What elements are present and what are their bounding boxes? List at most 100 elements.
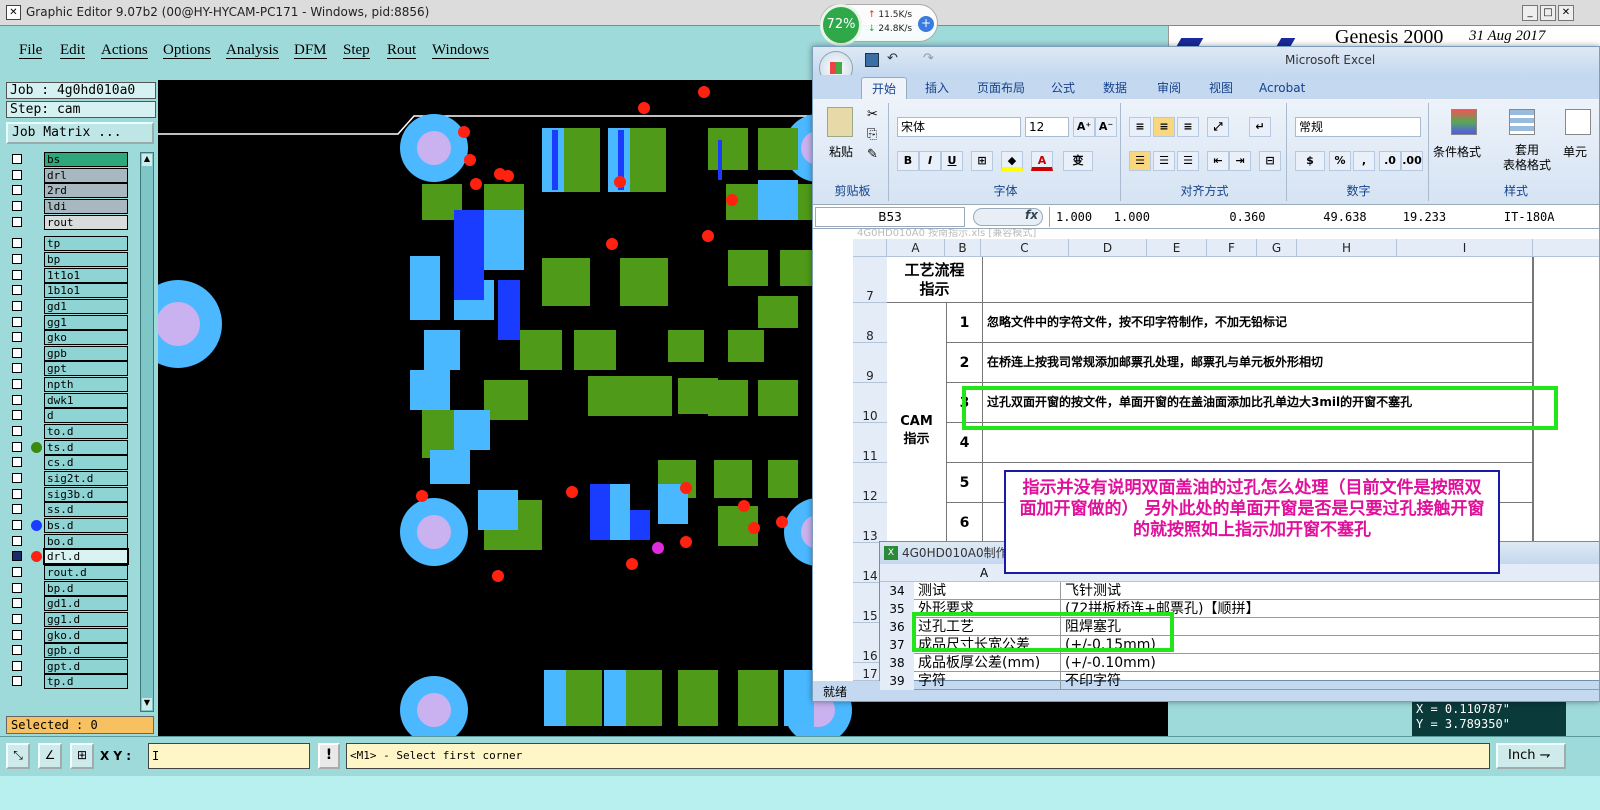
layer-checkbox[interactable] [12, 645, 22, 656]
layer-checkbox[interactable] [12, 676, 22, 687]
layer-name[interactable]: dwk1 [44, 392, 128, 408]
inner-cell-a[interactable]: 测试 [918, 582, 1058, 600]
table-format-icon[interactable] [1509, 109, 1535, 135]
paste-icon[interactable] [827, 107, 853, 137]
unit-selector[interactable]: Inch ⇁ [1496, 743, 1566, 769]
layer-checkbox[interactable] [12, 613, 22, 624]
column-header[interactable]: H [1297, 239, 1397, 257]
copy-icon[interactable]: ⎘ [867, 127, 877, 142]
row-header[interactable]: 10 [853, 383, 887, 423]
layer-name[interactable]: bo.d [44, 533, 128, 549]
layer-row[interactable]: npth [10, 377, 128, 393]
close-button[interactable]: ✕ [1558, 5, 1574, 21]
phonetic-button[interactable]: 变 [1063, 151, 1093, 171]
layer-row[interactable]: gpb [10, 345, 128, 361]
layer-row[interactable]: gko.d [10, 627, 128, 643]
layer-checkbox[interactable] [12, 426, 22, 437]
layer-name[interactable]: drl.d [43, 548, 129, 566]
tab-data[interactable]: 数据 [1093, 77, 1137, 99]
layer-checkbox[interactable] [12, 598, 22, 609]
undo-icon[interactable]: ↶ [887, 51, 898, 66]
section-cam[interactable]: CAM 指示 [887, 303, 947, 543]
comma-icon[interactable]: , [1353, 151, 1375, 171]
minimize-button[interactable]: _ [1522, 5, 1538, 21]
item-number[interactable]: 6 [947, 503, 983, 543]
layer-name[interactable]: 1b1o1 [44, 283, 128, 299]
column-header[interactable] [1533, 239, 1599, 257]
xy-input[interactable]: I [148, 743, 310, 769]
layer-row[interactable]: dwk1 [10, 392, 128, 408]
layer-checkbox[interactable] [12, 519, 22, 530]
underline-button[interactable]: U [941, 151, 963, 171]
orientation-icon[interactable]: ⤢ [1207, 117, 1229, 137]
font-shrink-button[interactable]: A⁻ [1095, 117, 1117, 137]
layer-checkbox[interactable] [12, 582, 22, 593]
layer-checkbox[interactable] [12, 185, 22, 196]
grid-snap-icon[interactable]: ⊞ [70, 743, 94, 769]
layer-name[interactable]: to.d [44, 424, 128, 440]
layer-row[interactable]: tp [10, 236, 128, 252]
layer-row[interactable]: gd1 [10, 298, 128, 314]
inner-row[interactable]: 39 字符 不印字符 [880, 672, 1599, 690]
inner-cell-b[interactable]: 不印字符 [1060, 672, 1599, 690]
layer-row[interactable]: ldi [10, 198, 128, 214]
tab-acrobat[interactable]: Acrobat [1249, 77, 1315, 99]
row-header[interactable]: 11 [853, 423, 887, 463]
layer-name[interactable]: gd1.d [44, 596, 128, 612]
layer-name[interactable]: bp.d [44, 580, 128, 596]
layer-checkbox[interactable] [12, 504, 22, 515]
decrease-indent-icon[interactable]: ⇤ [1207, 151, 1229, 171]
layer-name[interactable]: bp [44, 251, 128, 267]
font-name-select[interactable]: 宋体 [897, 117, 1021, 137]
row-header[interactable]: 12 [853, 463, 887, 503]
layer-checkbox[interactable] [12, 285, 22, 296]
layer-row[interactable]: bp.d [10, 580, 128, 596]
layer-row[interactable]: 1t1o1 [10, 267, 128, 283]
layer-row[interactable]: 1b1o1 [10, 283, 128, 299]
layer-name[interactable]: tp [44, 236, 128, 252]
align-top-icon[interactable]: ≡ [1129, 117, 1151, 137]
layer-checkbox[interactable] [12, 169, 22, 180]
layer-name[interactable]: gko.d [44, 627, 128, 643]
border-icon[interactable]: ⊞ [971, 151, 993, 171]
menu-file[interactable]: File [19, 42, 43, 59]
tab-insert[interactable]: 插入 [915, 77, 959, 99]
layer-row[interactable]: gpt [10, 361, 128, 377]
layer-checkbox[interactable] [12, 629, 22, 640]
table-cell[interactable] [983, 257, 1533, 303]
layer-name[interactable]: d [44, 408, 128, 424]
layer-row[interactable]: 2rd [10, 183, 128, 199]
layer-row[interactable]: bs.d [10, 517, 128, 533]
row-header[interactable]: 13 [853, 503, 887, 543]
menu-edit[interactable]: Edit [60, 42, 85, 59]
redo-icon[interactable]: ↷ [923, 51, 934, 66]
inner-column-a[interactable]: A [980, 564, 988, 582]
inner-row[interactable]: 38 成品板厚公差(mm) (+/-0.10mm) [880, 654, 1599, 672]
wrap-text-icon[interactable]: ↵ [1249, 117, 1271, 137]
layer-name[interactable]: gpt [44, 361, 128, 377]
layer-name[interactable]: gd1 [44, 298, 128, 314]
cut-icon[interactable]: ✂ [867, 107, 878, 122]
cell-style-label[interactable]: 单元 [1563, 143, 1587, 160]
zoom-area-icon[interactable]: ⤡ [6, 743, 30, 769]
row-header[interactable]: 9 [853, 343, 887, 383]
layer-row[interactable]: gg1 [10, 314, 128, 330]
menu-rout[interactable]: Rout [387, 42, 417, 59]
align-middle-icon[interactable]: ≡ [1153, 117, 1175, 137]
tab-view[interactable]: 视图 [1199, 77, 1243, 99]
layer-checkbox[interactable] [12, 200, 22, 211]
save-icon[interactable] [865, 53, 879, 67]
align-right-icon[interactable]: ☰ [1177, 151, 1199, 171]
plus-icon[interactable]: + [918, 16, 934, 32]
layer-name[interactable]: ss.d [44, 502, 128, 518]
layer-row[interactable]: rout [10, 214, 128, 230]
layer-name[interactable]: sig2t.d [44, 471, 128, 486]
inner-cell-a[interactable]: 成品板厚公差(mm) [918, 654, 1058, 672]
layer-row[interactable]: gpb.d [10, 643, 128, 659]
menu-options[interactable]: Options [163, 42, 211, 59]
inner-cell-b[interactable]: 飞针测试 [1060, 582, 1599, 600]
select-all-corner[interactable] [853, 239, 887, 257]
menu-windows[interactable]: Windows [432, 42, 489, 59]
section-process-flow[interactable]: 工艺流程 指示 [887, 257, 983, 303]
layer-checkbox[interactable] [12, 535, 22, 546]
